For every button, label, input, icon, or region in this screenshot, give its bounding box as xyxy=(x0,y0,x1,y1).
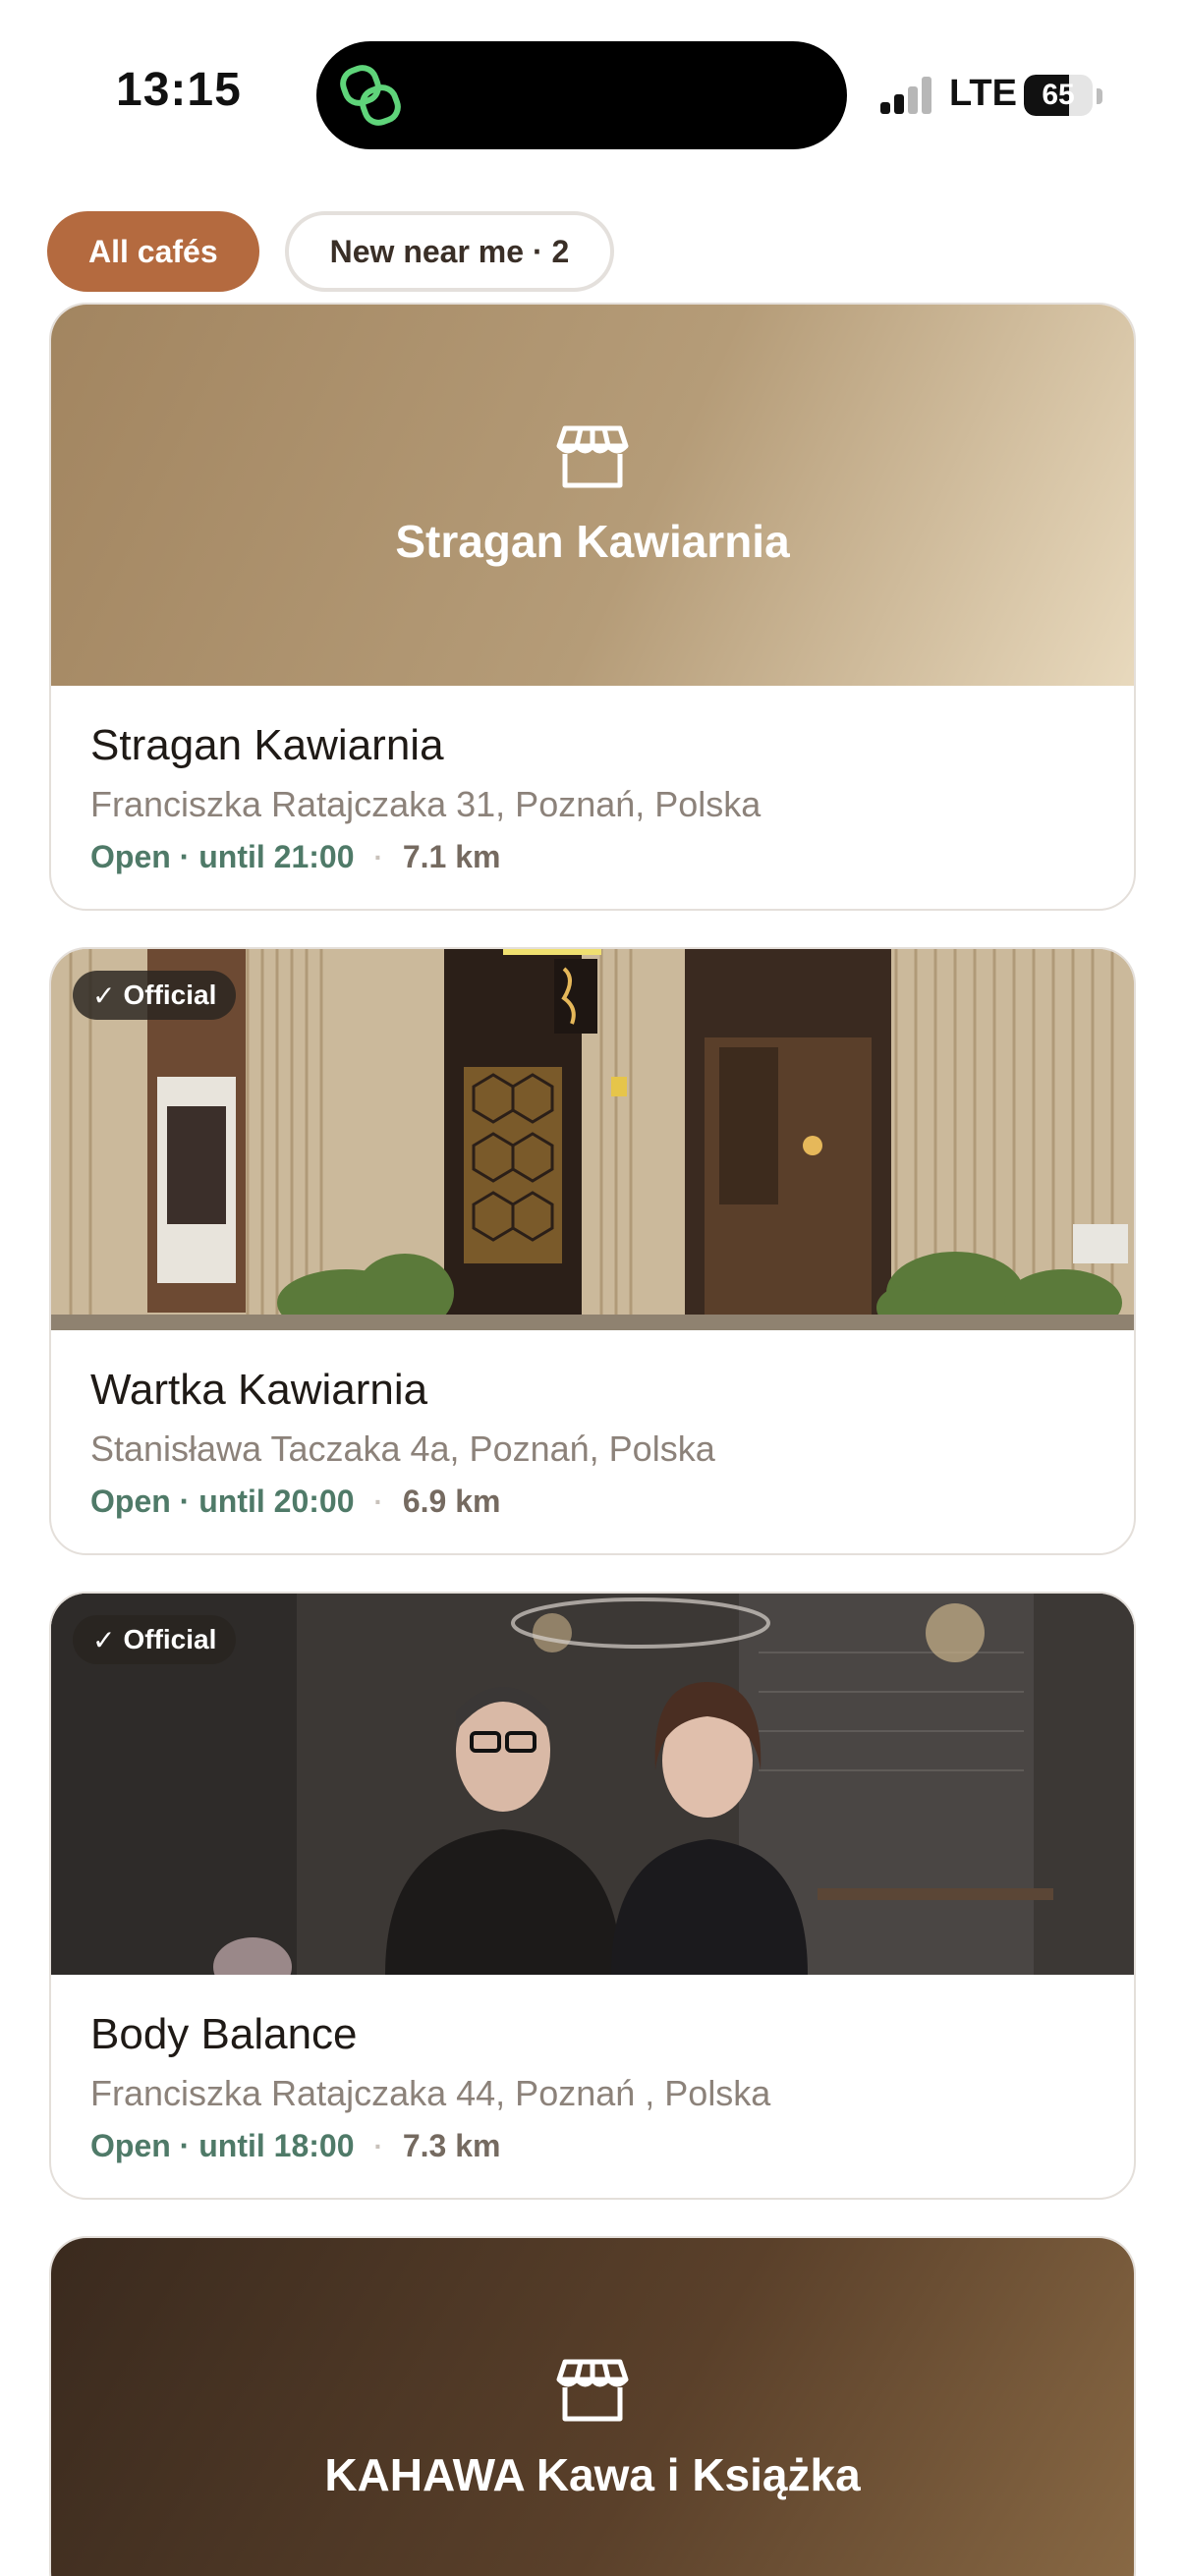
cafe-address: Franciszka Ratajczaka 31, Poznań, Polska xyxy=(90,784,762,824)
open-status: Open · until 18:00 xyxy=(90,2128,355,2163)
cafe-info: Body Balance Franciszka Ratajczaka 44, P… xyxy=(51,1975,1134,2198)
cafe-meta: Open · until 18:00 · 7.3 km xyxy=(90,2128,1095,2164)
filter-all-cafes[interactable]: All cafés xyxy=(47,211,259,292)
linked-rings-icon xyxy=(340,65,401,126)
network-label: LTE xyxy=(949,73,1017,114)
open-status: Open · until 20:00 xyxy=(90,1484,355,1519)
status-time: 13:15 xyxy=(116,64,242,116)
cafe-card[interactable]: Stragan Kawiarnia Stragan Kawiarnia Fran… xyxy=(49,303,1136,911)
cafe-address: Stanisława Taczaka 4a, Poznań, Polska xyxy=(90,1428,715,1469)
official-badge-label: Official xyxy=(123,980,217,1010)
cafe-address: Franciszka Ratajczaka 44, Poznań , Polsk… xyxy=(90,2073,771,2113)
cafe-meta: Open · until 20:00 · 6.9 km xyxy=(90,1484,1095,1520)
cafe-info: Wartka Kawiarnia Stanisława Taczaka 4a, … xyxy=(51,1330,1134,1553)
filter-chips: All cafés New near me · 2 xyxy=(47,211,615,292)
cafe-photo: ✓ Official xyxy=(51,1594,1134,1975)
check-icon: ✓ xyxy=(92,1624,116,1655)
cafe-image-placeholder: Stragan Kawiarnia xyxy=(51,305,1134,686)
check-icon: ✓ xyxy=(92,980,116,1011)
signal-icon xyxy=(880,77,933,114)
filter-new-near-me[interactable]: New near me · 2 xyxy=(284,211,615,292)
cafe-photo: ✓ Official xyxy=(51,949,1134,1330)
battery-level: 65 xyxy=(1042,79,1075,111)
storefront-icon xyxy=(556,425,629,488)
cafe-image-title: Stragan Kawiarnia xyxy=(395,516,790,567)
dynamic-island[interactable] xyxy=(316,41,847,149)
cafe-image-placeholder: KAHAWA Kawa i Książka xyxy=(51,2238,1134,2576)
cafe-info: Stragan Kawiarnia Franciszka Ratajczaka … xyxy=(51,686,1134,909)
cafe-card[interactable]: ✓ Official Wartka Kawiarnia Stanisława T… xyxy=(49,947,1136,1555)
battery-icon: 65 xyxy=(1024,75,1093,116)
distance: 7.3 km xyxy=(402,2128,501,2163)
cafe-meta: Open · until 21:00 · 7.1 km xyxy=(90,839,1095,875)
official-badge-label: Official xyxy=(123,1624,217,1654)
cafe-name: Wartka Kawiarnia xyxy=(90,1366,428,1414)
cafe-image-title: KAHAWA Kawa i Książka xyxy=(324,2449,861,2500)
open-status: Open · until 21:00 xyxy=(90,839,355,874)
status-bar: 13:15 LTE 65 xyxy=(0,0,1185,196)
battery-tip xyxy=(1097,88,1102,104)
meta-separator: · xyxy=(373,2130,383,2161)
cafe-name: Body Balance xyxy=(90,2010,358,2058)
meta-separator: · xyxy=(373,1485,383,1517)
official-badge: ✓ Official xyxy=(73,971,237,1020)
storefront-icon xyxy=(556,2359,629,2422)
official-badge: ✓ Official xyxy=(73,1615,237,1664)
distance: 7.1 km xyxy=(402,839,501,874)
meta-separator: · xyxy=(373,841,383,872)
distance: 6.9 km xyxy=(402,1484,501,1519)
cafe-card[interactable]: KAHAWA Kawa i Książka xyxy=(49,2236,1136,2576)
cafe-name: Stragan Kawiarnia xyxy=(90,721,444,769)
cafe-card[interactable]: ✓ Official Body Balance Franciszka Rataj… xyxy=(49,1592,1136,2200)
